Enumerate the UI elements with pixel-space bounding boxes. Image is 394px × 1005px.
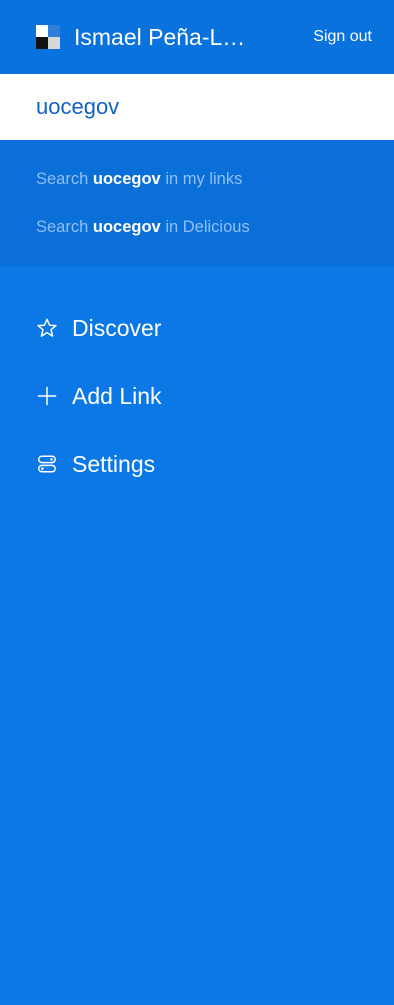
- header-bar: Ismael Peña-L… Sign out: [0, 0, 394, 74]
- plus-icon: [36, 385, 58, 407]
- nav-item-label: Add Link: [72, 382, 162, 409]
- main-nav: Discover Add Link Settings: [0, 266, 394, 498]
- suggestion-prefix: Search: [36, 170, 89, 188]
- nav-item-settings[interactable]: Settings: [0, 430, 394, 498]
- suggestion-term: uocegov: [92, 170, 161, 188]
- app-sidebar: Ismael Peña-L… Sign out Search uocegov i…: [0, 0, 394, 1005]
- search-suggestions: Search uocegov in my links Search uocego…: [0, 140, 394, 266]
- nav-item-label: Discover: [72, 314, 162, 341]
- user-name[interactable]: Ismael Peña-L…: [74, 24, 295, 51]
- nav-item-discover[interactable]: Discover: [0, 294, 394, 362]
- suggestion-suffix: in Delicious: [165, 218, 250, 236]
- nav-item-add-link[interactable]: Add Link: [0, 362, 394, 430]
- settings-icon: [36, 453, 58, 475]
- suggestion-prefix: Search: [36, 218, 89, 236]
- star-icon: [36, 317, 58, 339]
- suggestion-my-links[interactable]: Search uocegov in my links: [0, 170, 394, 218]
- suggestion-delicious[interactable]: Search uocegov in Delicious: [0, 218, 394, 266]
- sign-out-link[interactable]: Sign out: [313, 28, 372, 46]
- search-row: [0, 74, 394, 140]
- suggestion-suffix: in my links: [165, 170, 243, 188]
- nav-item-label: Settings: [72, 450, 156, 477]
- search-input[interactable]: [36, 94, 358, 120]
- delicious-logo-icon: [36, 25, 60, 49]
- suggestion-term: uocegov: [92, 218, 161, 236]
